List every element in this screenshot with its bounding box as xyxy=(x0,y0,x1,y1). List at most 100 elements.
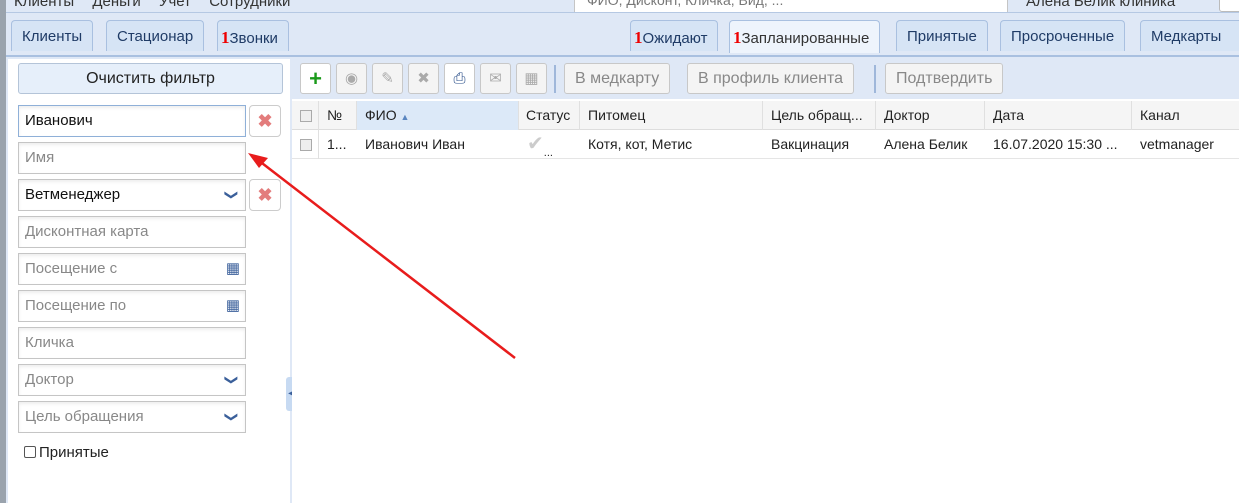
email-button[interactable]: ✉ xyxy=(480,63,511,94)
col-pet[interactable]: Питомец xyxy=(580,101,763,130)
tab-badge: 1 xyxy=(221,28,230,47)
col-purpose[interactable]: Цель обращ... xyxy=(763,101,876,130)
add-button[interactable]: + xyxy=(300,63,331,94)
source-select[interactable]: Ветменеджер ❯ xyxy=(18,179,246,211)
nickname-input[interactable]: Кличка xyxy=(18,327,246,359)
tab-clients[interactable]: Клиенты xyxy=(11,20,94,51)
cell-fio: Иванович Иван xyxy=(365,136,465,152)
clear-source-button[interactable]: ✖ xyxy=(249,179,281,211)
main-menu: Клиенты Деньги Учет Сотрудники xyxy=(14,0,304,10)
tab-label: Стационар xyxy=(117,28,194,45)
visit-to-placeholder: Посещение по xyxy=(25,297,127,314)
cell-status: ✔... xyxy=(519,130,580,159)
surname-input[interactable]: Иванович xyxy=(18,105,246,137)
sort-asc-icon: ▲ xyxy=(400,112,410,122)
view-button[interactable]: ◉ xyxy=(336,63,367,94)
col-fio[interactable]: ФИО ▲ xyxy=(357,101,519,130)
col-label: ФИО xyxy=(365,107,397,123)
tab-waiting[interactable]: 1Ожидают xyxy=(630,20,719,51)
menu-staff[interactable]: Сотрудники xyxy=(209,0,290,10)
menu-accounting[interactable]: Учет xyxy=(159,0,191,10)
tab-label: Просроченные xyxy=(1011,28,1115,45)
pencil-icon: ✎ xyxy=(381,70,394,87)
window-edge xyxy=(0,0,6,503)
tab-label: Клиенты xyxy=(22,28,83,45)
accepted-label: Принятые xyxy=(39,444,109,461)
toolbar-divider xyxy=(554,65,556,93)
col-doctor[interactable]: Доктор xyxy=(876,101,985,130)
tab-calls[interactable]: 1Звонки xyxy=(217,20,289,51)
source-value: Ветменеджер xyxy=(25,186,121,203)
tab-badge: 1 xyxy=(634,28,643,47)
eye-icon: ◉ xyxy=(344,70,359,87)
col-channel[interactable]: Канал xyxy=(1132,101,1239,130)
to-medcard-button[interactable]: В медкарту xyxy=(564,63,671,94)
user-menu-button[interactable] xyxy=(1219,0,1239,12)
chevron-down-icon: ❯ xyxy=(224,189,240,201)
close-icon: ✖ xyxy=(257,185,273,205)
row-checkbox[interactable] xyxy=(292,130,319,159)
discount-card-input[interactable]: Дисконтная карта xyxy=(18,216,246,248)
calendar-icon[interactable]: ▦ xyxy=(226,254,240,284)
status-text: ... xyxy=(543,147,553,159)
doctor-placeholder: Доктор xyxy=(25,371,74,388)
edit-button[interactable]: ✎ xyxy=(372,63,403,94)
plus-icon: + xyxy=(309,66,322,91)
to-client-profile-button[interactable]: В профиль клиента xyxy=(687,63,855,94)
global-search-input[interactable]: ФИО, Дисконт, Кличка, Вид, ... xyxy=(574,0,1008,12)
tab-scheduled[interactable]: 1Запланированные xyxy=(729,20,881,53)
cell-purpose: Вакцинация xyxy=(771,136,850,152)
main-panel: + ◉ ✎ ✖ ⎙ ✉ ▦ В медкарту В профиль клиен… xyxy=(292,59,1239,503)
close-icon: ✖ xyxy=(417,70,430,87)
table-row[interactable]: 1... Иванович Иван ✔... Котя, кот, Метис… xyxy=(292,130,1239,159)
tab-label: Принятые xyxy=(907,28,977,45)
tab-label: Ожидают xyxy=(642,30,708,47)
chevron-down-icon: ❯ xyxy=(224,374,240,386)
table-header: № ФИО ▲ Статус Питомец Цель обращ... Док… xyxy=(292,101,1239,130)
printer-icon: ⎙ xyxy=(453,70,466,87)
nickname-placeholder: Кличка xyxy=(25,334,74,351)
tab-medcards[interactable]: Медкарты xyxy=(1140,20,1239,51)
calendar-icon[interactable]: ▦ xyxy=(226,291,240,321)
col-status[interactable]: Статус xyxy=(519,101,580,130)
confirm-button[interactable]: Подтвердить xyxy=(885,63,1004,94)
col-date[interactable]: Дата xyxy=(985,101,1132,130)
envelope-icon: ✉ xyxy=(489,70,502,87)
tab-overdue[interactable]: Просроченные xyxy=(1000,20,1126,51)
tab-label: Запланированные xyxy=(741,30,870,47)
menu-clients[interactable]: Клиенты xyxy=(14,0,74,10)
tab-accepted[interactable]: Принятые xyxy=(896,20,988,51)
name-input[interactable]: Имя xyxy=(18,142,246,174)
col-number[interactable]: № xyxy=(319,101,357,130)
user-name[interactable]: Алена Белик клиника xyxy=(1026,0,1175,10)
visit-from-input[interactable]: Посещение с ▦ xyxy=(18,253,246,285)
delete-button[interactable]: ✖ xyxy=(408,63,439,94)
tab-badge: 1 xyxy=(733,28,742,47)
cell-pet: Котя, кот, Метис xyxy=(588,136,693,152)
checkbox-box[interactable] xyxy=(24,446,36,458)
calendar-button[interactable]: ▦ xyxy=(516,63,547,94)
toolbar: + ◉ ✎ ✖ ⎙ ✉ ▦ В медкарту В профиль клиен… xyxy=(292,59,1239,99)
top-bar: Клиенты Деньги Учет Сотрудники ФИО, Диск… xyxy=(6,0,1239,13)
tab-label: Медкарты xyxy=(1151,28,1222,45)
visit-to-input[interactable]: Посещение по ▦ xyxy=(18,290,246,322)
menu-money[interactable]: Деньги xyxy=(92,0,140,10)
tab-label: Звонки xyxy=(229,30,278,47)
cell-channel: vetmanager xyxy=(1140,136,1214,152)
doctor-select[interactable]: Доктор ❯ xyxy=(18,364,246,396)
accepted-checkbox[interactable]: Принятые xyxy=(24,444,109,461)
print-button[interactable]: ⎙ xyxy=(444,63,475,94)
cell-doctor: Алена Белик xyxy=(884,136,968,152)
surname-value: Иванович xyxy=(25,112,93,129)
visit-from-placeholder: Посещение с xyxy=(25,260,118,277)
select-all-checkbox[interactable] xyxy=(292,101,319,130)
clear-surname-button[interactable]: ✖ xyxy=(249,105,281,137)
purpose-select[interactable]: Цель обращения ❯ xyxy=(18,401,246,433)
cell-number: 1... xyxy=(327,136,347,152)
chevron-down-icon: ❯ xyxy=(224,411,240,423)
name-placeholder: Имя xyxy=(25,149,55,166)
clear-filter-button[interactable]: Очистить фильтр xyxy=(18,63,283,94)
toolbar-divider xyxy=(874,65,876,93)
tab-hospital[interactable]: Стационар xyxy=(106,20,205,51)
calendar-icon: ▦ xyxy=(524,70,539,87)
